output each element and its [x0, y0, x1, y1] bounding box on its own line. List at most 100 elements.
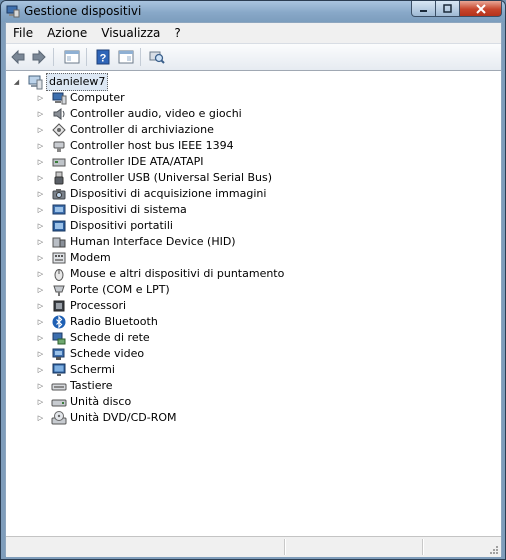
tree-item-video-card[interactable]: ▷ Schede video	[36, 346, 144, 362]
camera-icon	[52, 189, 66, 200]
help-icon: ?	[96, 49, 110, 65]
tree-item-computer[interactable]: ▷ Computer	[36, 90, 125, 106]
device-manager-icon	[6, 5, 20, 18]
system-device-icon	[52, 204, 66, 215]
expand-arrow-icon[interactable]: ▷	[36, 206, 45, 215]
tree-item-monitor[interactable]: ▷ Schermi	[36, 362, 115, 378]
console-tree-icon	[64, 50, 80, 64]
tree-item-label: Controller USB (Universal Serial Bus)	[70, 171, 273, 184]
title-bar[interactable]: Gestione dispositivi	[1, 1, 505, 22]
menu-help[interactable]: ?	[167, 23, 187, 43]
menu-bar: File Azione Visualizza ?	[6, 23, 501, 43]
keyboard-icon	[51, 383, 67, 391]
tree-item-label: Radio Bluetooth	[70, 315, 158, 328]
tree-item-hid[interactable]: ▷ Human Interface Device (HID)	[36, 234, 236, 250]
back-arrow-icon	[11, 49, 25, 65]
expand-arrow-icon[interactable]: ▷	[36, 238, 45, 247]
storage-controller-icon	[52, 123, 66, 137]
tree-root-label: danielew7	[46, 73, 109, 91]
collapse-arrow-icon[interactable]: ◢	[12, 78, 21, 87]
tree-item-label: Unità DVD/CD-ROM	[70, 411, 177, 424]
back-button[interactable]	[9, 48, 27, 66]
tree-item-network-card[interactable]: ▷ Schede di rete	[36, 330, 150, 346]
window-controls	[411, 1, 502, 18]
expand-arrow-icon[interactable]: ▷	[36, 174, 45, 183]
expand-arrow-icon[interactable]: ▷	[36, 270, 45, 279]
expand-arrow-icon[interactable]: ▷	[36, 222, 45, 231]
expand-arrow-icon[interactable]: ▷	[36, 382, 45, 391]
tree-item-label: Computer	[70, 91, 125, 104]
tree-item-label: Processori	[70, 299, 127, 312]
expand-arrow-icon[interactable]: ▷	[36, 398, 45, 407]
close-icon	[475, 3, 486, 14]
tree-item-label: Controller IDE ATA/ATAPI	[70, 155, 204, 168]
maximize-button[interactable]	[436, 1, 460, 17]
expand-arrow-icon[interactable]: ▷	[36, 350, 45, 359]
expand-arrow-icon[interactable]: ▷	[36, 286, 45, 295]
tree-item-mouse[interactable]: ▷ Mouse e altri dispositivi di puntamento	[36, 266, 284, 282]
tree-item-label: Tastiere	[70, 379, 113, 392]
ide-controller-icon	[52, 158, 66, 167]
forward-button[interactable]	[30, 48, 48, 66]
expand-arrow-icon[interactable]: ▷	[36, 158, 45, 167]
tree-item-label: Dispositivi di acquisizione immagini	[70, 187, 267, 200]
tree-item-label: Schede video	[70, 347, 145, 360]
tree-item-camera[interactable]: ▷ Dispositivi di acquisizione immagini	[36, 186, 267, 202]
tree-item-portable-device[interactable]: ▷ Dispositivi portatili	[36, 218, 173, 234]
forward-arrow-icon	[32, 49, 46, 65]
client-area: File Azione Visualizza ? ? ◢ danielew7 ▷…	[5, 22, 502, 557]
expand-arrow-icon[interactable]: ▷	[36, 110, 45, 119]
expand-arrow-icon[interactable]: ▷	[36, 254, 45, 263]
tree-item-bluetooth[interactable]: ▷ Radio Bluetooth	[36, 314, 158, 330]
expand-arrow-icon[interactable]: ▷	[36, 302, 45, 311]
tree-item-label: Porte (COM e LPT)	[70, 283, 170, 296]
tree-item-storage-controller[interactable]: ▷ Controller di archiviazione	[36, 122, 214, 138]
tree-item-keyboard[interactable]: ▷ Tastiere	[36, 378, 113, 394]
port-icon	[53, 285, 65, 296]
scan-hardware-button[interactable]	[148, 48, 166, 66]
expand-arrow-icon[interactable]: ▷	[36, 126, 45, 135]
svg-text:?: ?	[100, 53, 107, 65]
expand-arrow-icon[interactable]: ▷	[36, 94, 45, 103]
menu-azione[interactable]: Azione	[40, 23, 94, 43]
tree-item-system-device[interactable]: ▷ Dispositivi di sistema	[36, 202, 187, 218]
tree-item-ide-controller[interactable]: ▷ Controller IDE ATA/ATAPI	[36, 154, 204, 170]
bluetooth-icon	[52, 315, 66, 329]
status-separator	[284, 539, 286, 555]
usb-icon	[54, 171, 64, 185]
expand-arrow-icon[interactable]: ▷	[36, 414, 45, 423]
video-card-icon	[52, 348, 65, 360]
computer-root-icon	[28, 75, 43, 90]
speaker-icon	[53, 108, 65, 120]
toolbar: ?	[6, 43, 501, 71]
tree-item-dvd-drive[interactable]: ▷ Unità DVD/CD-ROM	[36, 410, 177, 426]
network-card-icon	[52, 332, 66, 345]
help-button[interactable]: ?	[94, 48, 112, 66]
menu-visualizza[interactable]: Visualizza	[94, 23, 167, 43]
properties-icon	[118, 50, 134, 64]
close-button[interactable]	[460, 1, 502, 17]
expand-arrow-icon[interactable]: ▷	[36, 190, 45, 199]
tree-item-usb[interactable]: ▷ Controller USB (Universal Serial Bus)	[36, 170, 272, 186]
portable-device-icon	[52, 220, 66, 232]
tree-item-ieee1394[interactable]: ▷ Controller host bus IEEE 1394	[36, 138, 234, 154]
tree-root[interactable]: ◢ danielew7	[12, 73, 109, 91]
expand-arrow-icon[interactable]: ▷	[36, 318, 45, 327]
tree-item-processor[interactable]: ▷ Processori	[36, 298, 126, 314]
resize-grip-icon[interactable]	[489, 545, 499, 555]
status-separator	[422, 539, 424, 555]
expand-arrow-icon[interactable]: ▷	[36, 366, 45, 375]
show-hide-console-tree-button[interactable]	[63, 48, 81, 66]
minimize-button[interactable]	[411, 1, 436, 17]
tree-item-port[interactable]: ▷ Porte (COM e LPT)	[36, 282, 170, 298]
device-tree-pane[interactable]: ◢ danielew7 ▷ Computer ▷ Controller audio, …	[6, 70, 501, 537]
tree-item-disk-drive[interactable]: ▷ Unità disco	[36, 394, 131, 410]
properties-button[interactable]	[117, 48, 135, 66]
expand-arrow-icon[interactable]: ▷	[36, 334, 45, 343]
tree-item-modem[interactable]: ▷ Modem	[36, 250, 111, 266]
minimize-icon	[420, 10, 427, 12]
expand-arrow-icon[interactable]: ▷	[36, 142, 45, 151]
tree-item-label: Controller audio, video e giochi	[70, 107, 242, 120]
tree-item-speaker[interactable]: ▷ Controller audio, video e giochi	[36, 106, 242, 122]
menu-file[interactable]: File	[6, 23, 40, 43]
